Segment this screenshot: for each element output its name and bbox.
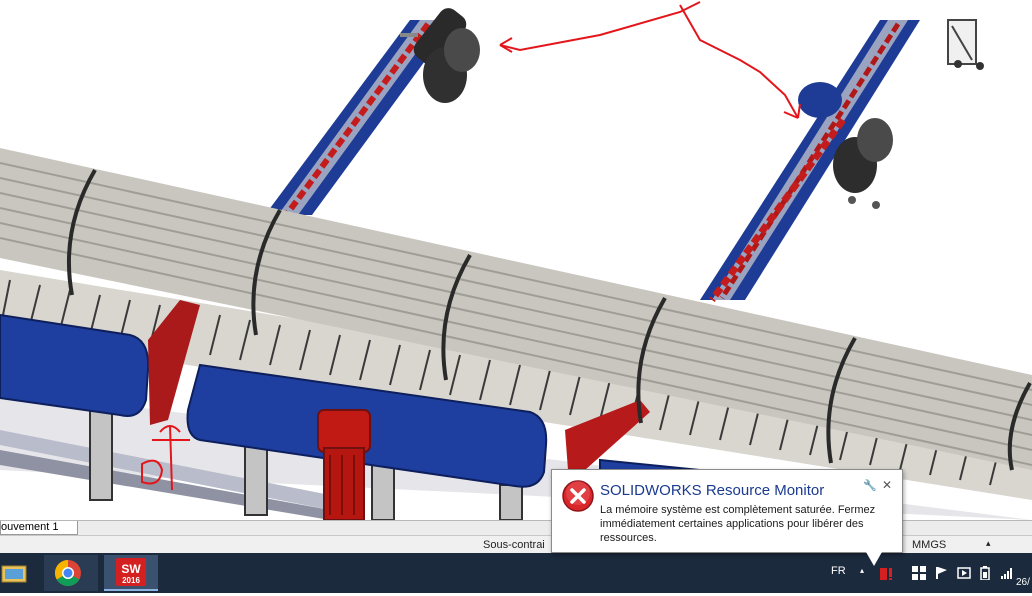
language-indicator[interactable]: FR [831,565,846,577]
conveyor-arm-right [700,20,920,303]
clock-date[interactable]: 26/ [1016,577,1030,588]
show-hidden-icons-icon[interactable]: ▴ [860,566,864,575]
resource-monitor-notification[interactable]: SOLIDWORKS Resource Monitor 🔧 ✕ La mémoi… [551,469,903,553]
solidworks-resource-monitor-icon[interactable] [878,566,894,585]
notification-settings-icon[interactable]: 🔧 [863,479,877,492]
tab-motion-study[interactable]: ouvement 1 [0,521,78,535]
solidworks-taskbar-button[interactable]: SW 2016 [104,555,158,591]
svg-text:2016: 2016 [122,576,140,585]
svg-text:SW: SW [121,562,141,576]
windows-icon[interactable] [912,566,926,583]
media-icon[interactable] [957,566,971,583]
action-center-flag-icon[interactable] [935,566,949,583]
unit-system-label[interactable]: MMGS [912,539,946,551]
conveyor-assembly-model[interactable] [0,0,1032,520]
network-signal-icon[interactable] [1000,566,1014,583]
notification-message: La mémoire système est complètement satu… [600,504,876,544]
chrome-taskbar-button[interactable] [44,555,98,591]
system-tray: FR ▴ 26/ [820,553,1032,593]
unit-system-caret-icon[interactable]: ▴ [986,538,991,549]
notification-close-icon[interactable]: ✕ [882,478,892,492]
notification-title: SOLIDWORKS Resource Monitor [600,482,825,499]
notification-pointer [866,552,882,566]
conveyor-arm-left [265,8,480,216]
chrome-icon [54,559,81,587]
battery-icon[interactable] [980,566,990,583]
red-motor [317,409,371,520]
explorer-icon [1,565,27,583]
support-leg-top-right [947,19,984,70]
solidworks-icon: SW 2016 [116,558,146,586]
status-text: Sous-contrai [483,539,545,551]
explorer-taskbar-button[interactable] [0,555,36,591]
graphics-viewport[interactable] [0,0,1032,520]
error-icon [560,478,596,519]
